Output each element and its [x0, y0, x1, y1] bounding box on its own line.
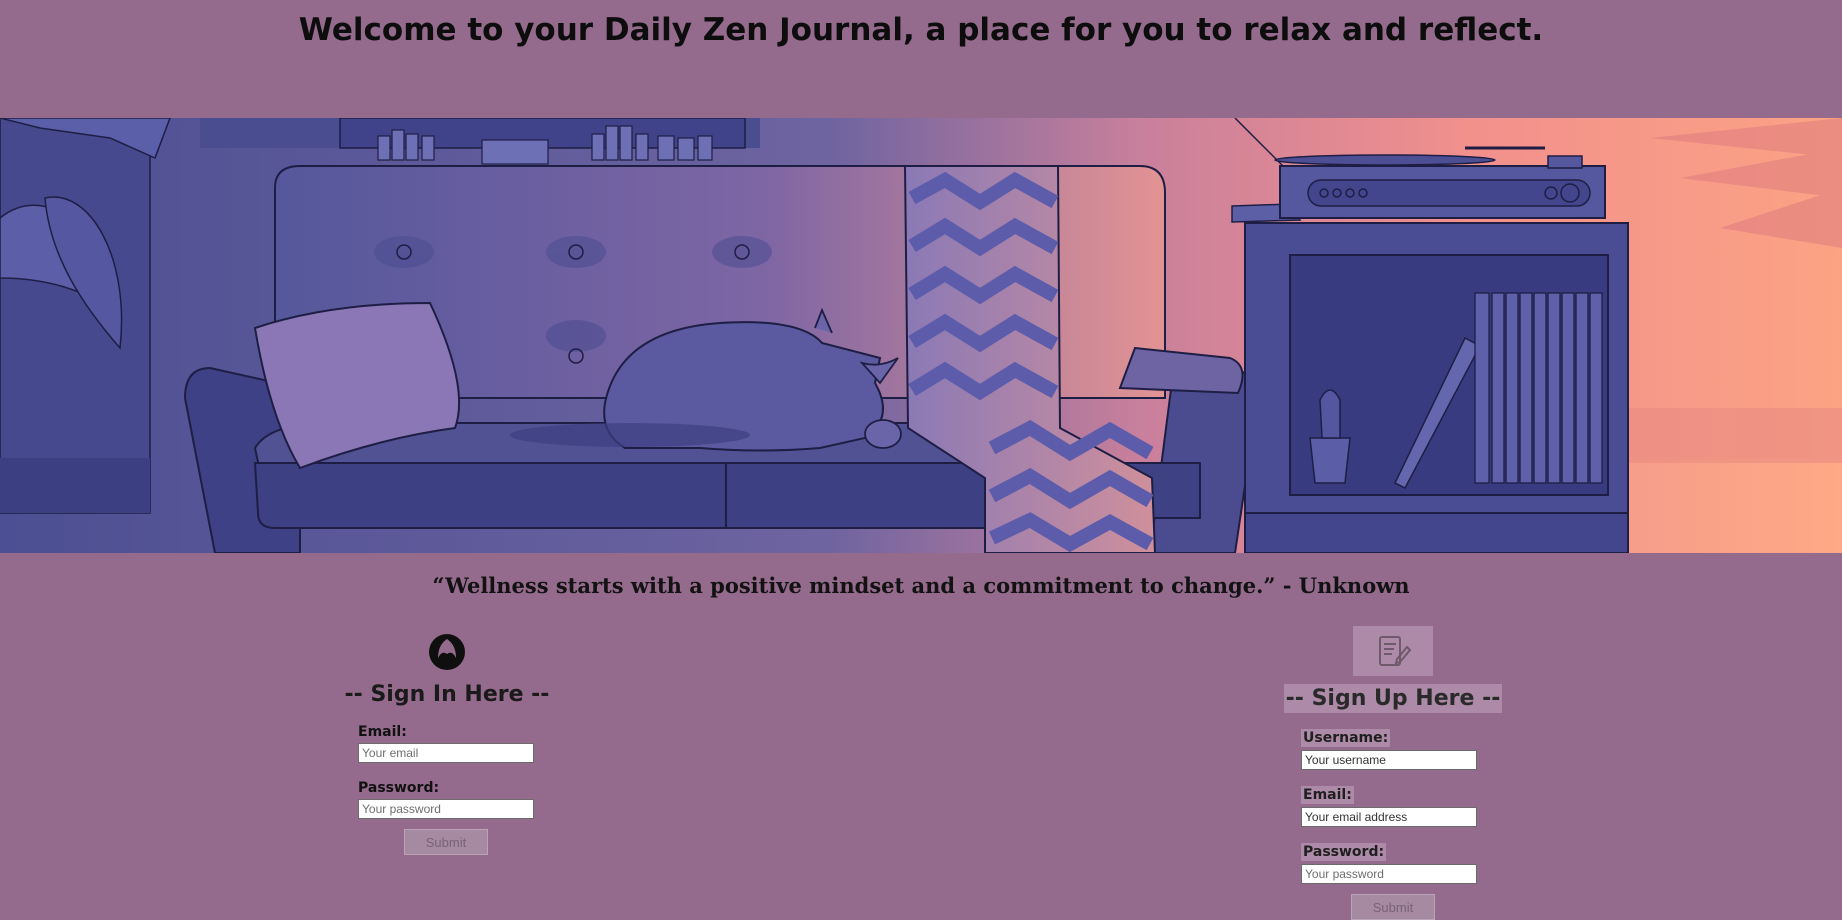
- signup-submit-button[interactable]: Submit: [1351, 894, 1435, 920]
- signup-username-input[interactable]: [1301, 750, 1477, 770]
- signup-icon-box: [1353, 626, 1433, 676]
- signin-email-label: Email:: [358, 724, 407, 740]
- signin-email-input[interactable]: [358, 743, 534, 763]
- lotus-flame-icon: [429, 634, 465, 670]
- signup-form: -- Sign Up Here -- Username: Email: Pass…: [1283, 626, 1503, 920]
- signin-password-label: Password:: [358, 780, 440, 796]
- signup-password-label: Password:: [1301, 843, 1387, 861]
- wellness-quote: “Wellness starts with a positive mindset…: [432, 573, 1410, 598]
- signup-username-label: Username:: [1301, 729, 1391, 747]
- signin-heading: -- Sign In Here --: [344, 682, 550, 707]
- journal-pen-icon: [1379, 636, 1412, 666]
- signin-submit-button[interactable]: Submit: [404, 829, 488, 855]
- signup-password-input[interactable]: [1301, 864, 1477, 884]
- signin-password-input[interactable]: [358, 799, 534, 819]
- signup-email-input[interactable]: [1301, 807, 1477, 827]
- signup-email-label: Email:: [1301, 786, 1354, 804]
- page-title: Welcome to your Daily Zen Journal, a pla…: [298, 12, 1544, 48]
- hero-illustration: [0, 118, 1842, 553]
- signin-form: -- Sign In Here -- Email: Password: Subm…: [345, 630, 549, 855]
- signup-heading: -- Sign Up Here --: [1283, 684, 1503, 713]
